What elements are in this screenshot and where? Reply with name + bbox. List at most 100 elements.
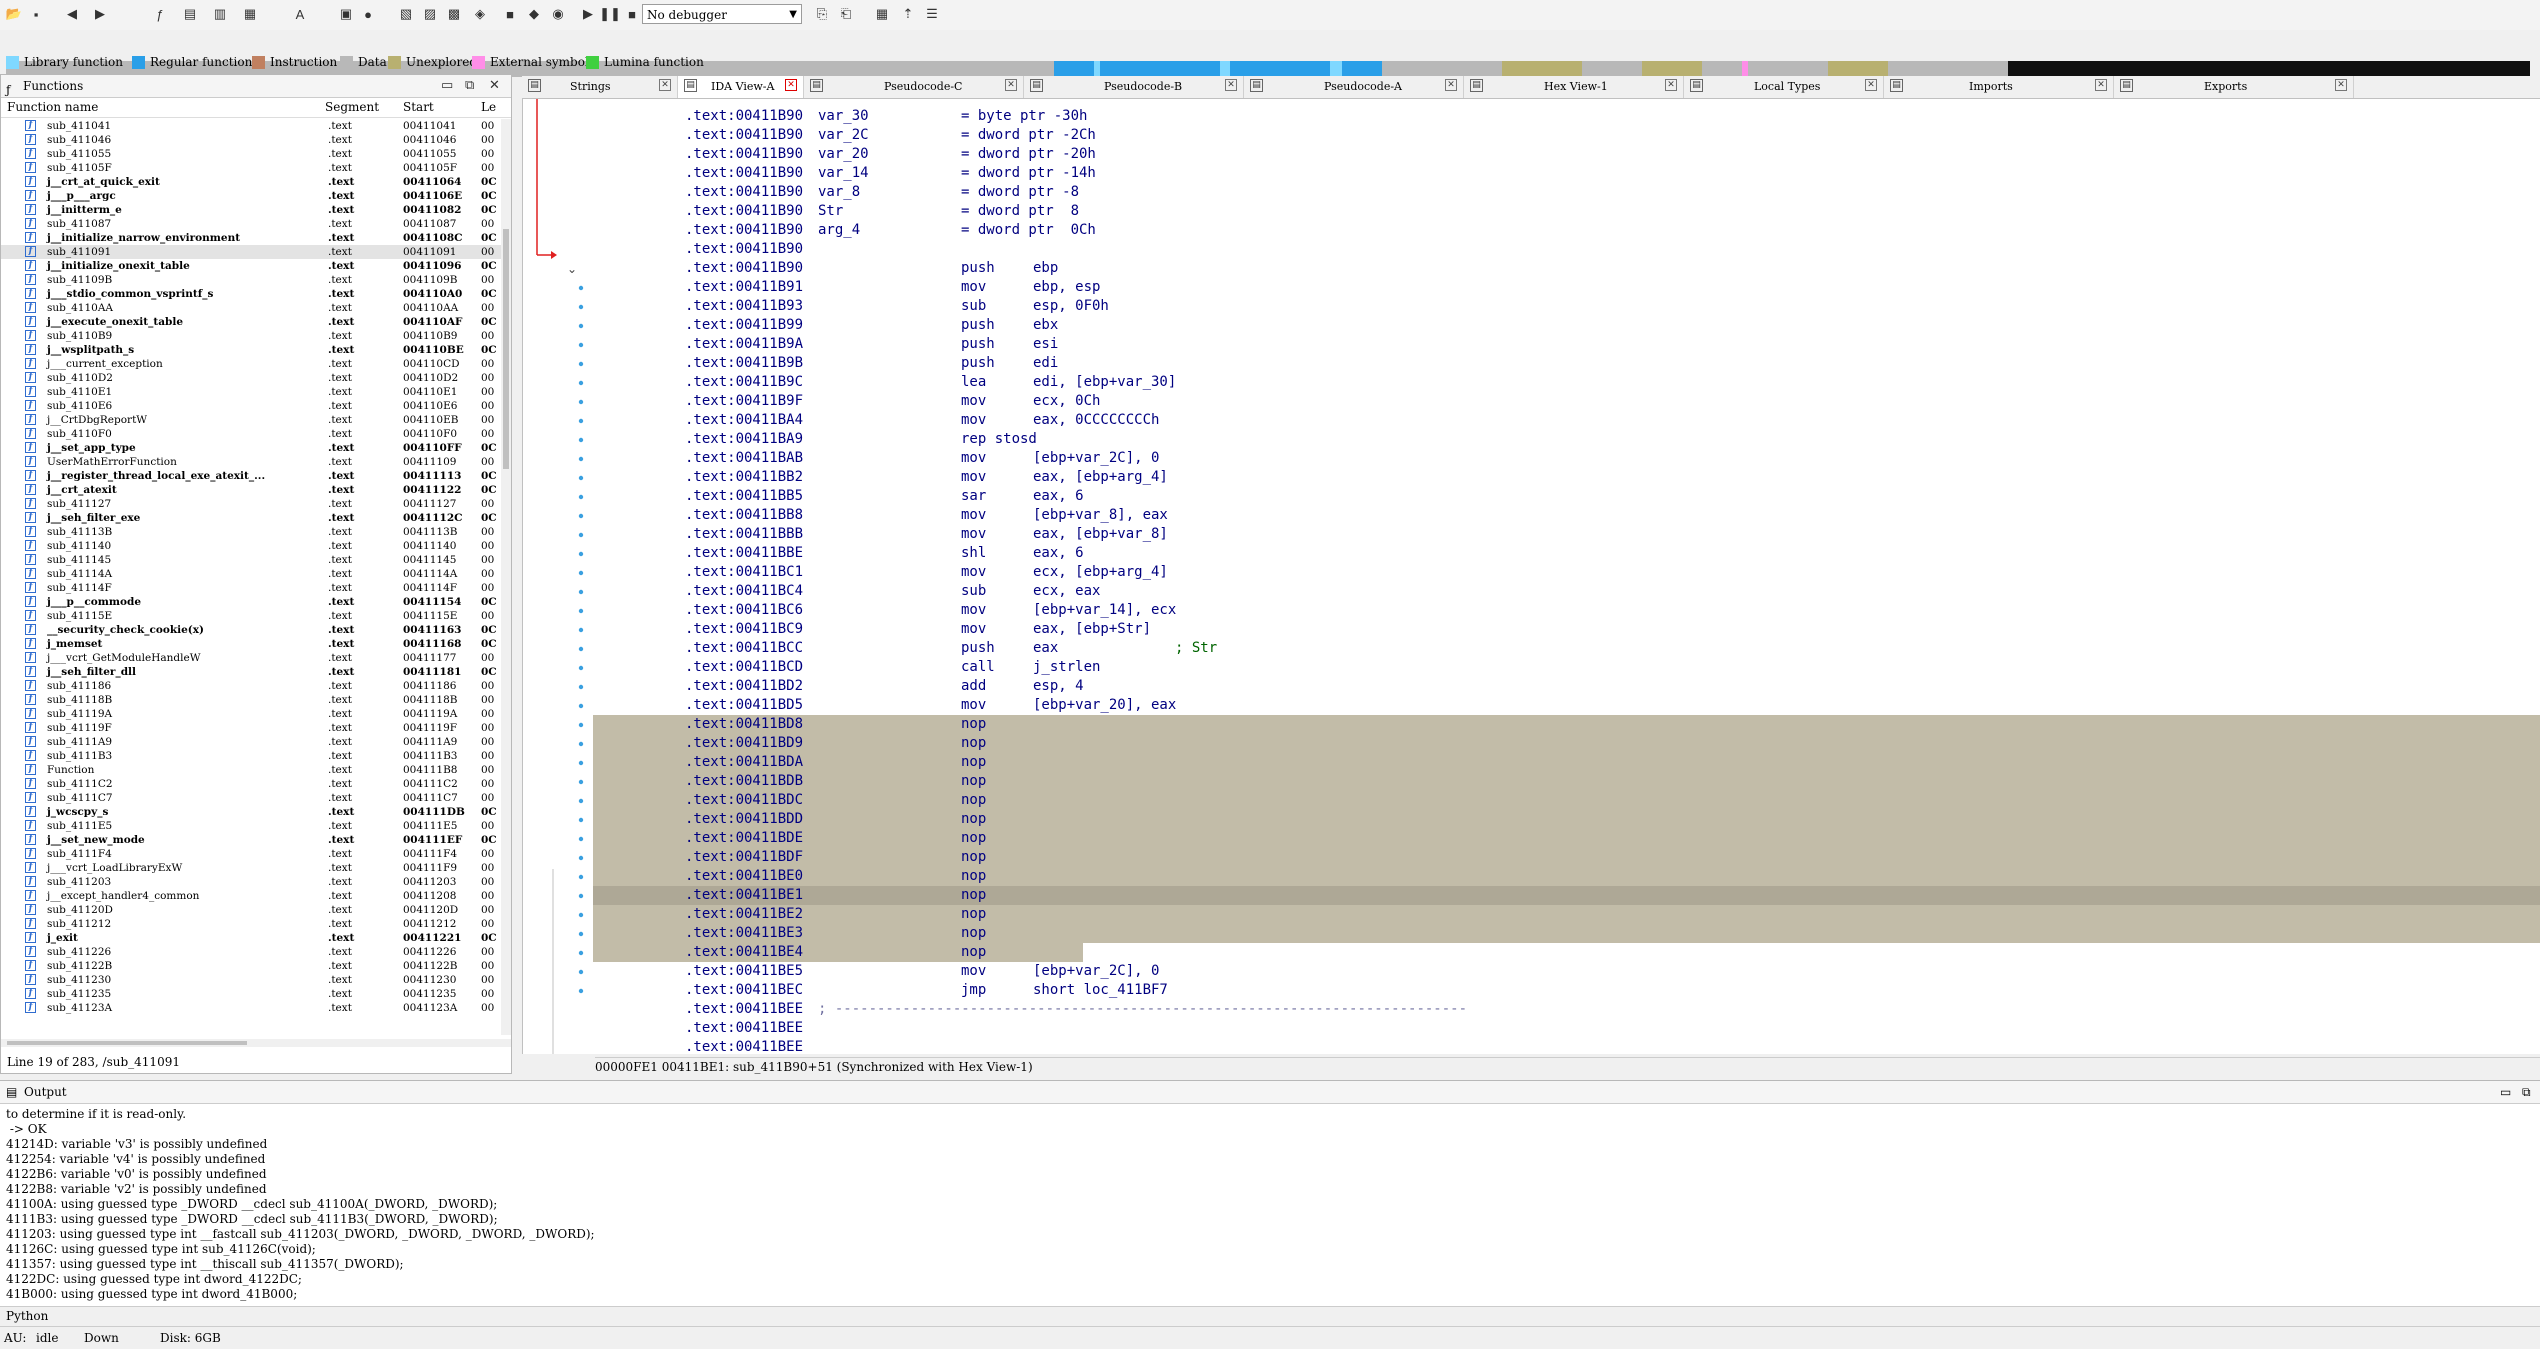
function-row[interactable]: f j__wsplitpath_s .text 004110BE 0C [1, 343, 501, 357]
ida-view-disassembly[interactable]: ⌄ .text:00411B90 var_30 = byte ptr -30h .te… [522, 99, 2540, 1074]
list-icon[interactable]: ☰ [922, 4, 942, 24]
terminate-icon[interactable]: ■ [622, 4, 642, 24]
function-row[interactable]: f j__set_new_mode .text 004111EF 0C [1, 833, 501, 847]
code-line[interactable]: .text:00411B9F mov ecx, 0Ch [593, 392, 2540, 411]
column-function-name[interactable]: Function name [7, 100, 98, 114]
function-row[interactable]: f sub_41113B .text 0041113B 00 [1, 525, 501, 539]
function-row[interactable]: f sub_4110AA .text 004110AA 00 [1, 301, 501, 315]
struct-icon[interactable]: ▤ [180, 4, 200, 24]
function-row[interactable]: f sub_4110F0 .text 004110F0 00 [1, 427, 501, 441]
code-line[interactable]: .text:00411BE2 nop [593, 905, 2540, 924]
code-line[interactable]: .text:00411BB2 mov eax, [ebp+arg_4] [593, 468, 2540, 487]
function-row[interactable]: f j__initialize_onexit_table .text 00411096… [1, 259, 501, 273]
close-tab-icon[interactable]: ✕ [1665, 79, 1677, 91]
function-row[interactable]: f j___p___argc .text 0041106E 0C [1, 189, 501, 203]
code-line[interactable]: .text:00411BEE [593, 1038, 2540, 1057]
tab-hex-view-1[interactable]: ▤ Hex View-1 ✕ [1464, 76, 1684, 98]
function-row[interactable]: f sub_4111F4 .text 004111F4 00 [1, 847, 501, 861]
code-line[interactable]: .text:00411BDA nop [593, 753, 2540, 772]
function-row[interactable]: f j__initialize_narrow_environment .text 00… [1, 231, 501, 245]
function-row[interactable]: f j_exit .text 00411221 0C [1, 931, 501, 945]
function-row[interactable]: f sub_41115E .text 0041115E 00 [1, 609, 501, 623]
function-row[interactable]: f sub_411145 .text 00411145 00 [1, 553, 501, 567]
function-row[interactable]: f sub_411235 .text 00411235 00 [1, 987, 501, 1001]
close-tab-icon[interactable]: ✕ [2095, 79, 2107, 91]
function-row[interactable]: f j__CrtDbgReportW .text 004110EB 00 [1, 413, 501, 427]
function-row[interactable]: f sub_41119F .text 0041119F 00 [1, 721, 501, 735]
code-line[interactable]: .text:00411B9B push edi [593, 354, 2540, 373]
close-tab-icon[interactable]: ✕ [1865, 79, 1877, 91]
layout-icon[interactable]: ▦ [872, 4, 892, 24]
function-row[interactable]: f sub_411203 .text 00411203 00 [1, 875, 501, 889]
code-line[interactable]: .text:00411BE0 nop [593, 867, 2540, 886]
code-line[interactable]: .text:00411B99 push ebx [593, 316, 2540, 335]
function-row[interactable]: f j__crt_at_quick_exit .text 00411064 0C [1, 175, 501, 189]
hex-icon[interactable]: ▣ [336, 4, 356, 24]
scroll-thumb[interactable] [7, 1041, 247, 1045]
code-line[interactable]: .text:00411BC9 mov eax, [ebp+Str] [593, 620, 2540, 639]
function-row[interactable]: f sub_41109B .text 0041109B 00 [1, 273, 501, 287]
code-line[interactable]: .text:00411BD2 add esp, 4 [593, 677, 2540, 696]
close-tab-icon[interactable]: ✕ [1225, 79, 1237, 91]
open-icon[interactable]: 📂 [4, 4, 24, 24]
scroll-thumb[interactable] [503, 229, 509, 469]
code-line[interactable]: .text:00411BA9 rep stosd [593, 430, 2540, 449]
function-row[interactable]: f j__except_handler4_common .text 00411208 0… [1, 889, 501, 903]
function-row[interactable]: f j__execute_onexit_table .text 004110AF 0C [1, 315, 501, 329]
function-row[interactable]: f sub_41120D .text 0041120D 00 [1, 903, 501, 917]
function-row[interactable]: f Function .text 004111B8 00 [1, 763, 501, 777]
tab-strings[interactable]: ▤ Strings ✕ [522, 76, 678, 98]
function-row[interactable]: f j___current_exception .text 004110CD 00 [1, 357, 501, 371]
column-segment[interactable]: Segment [325, 100, 379, 114]
function-row[interactable]: f __security_check_cookie(x) .text 00411163… [1, 623, 501, 637]
breakpoint-icon[interactable]: ◉ [548, 4, 568, 24]
function-row[interactable]: f sub_41123A .text 0041123A 00 [1, 1001, 501, 1015]
function-row[interactable]: f sub_411046 .text 00411046 00 [1, 133, 501, 147]
float-icon[interactable]: ⧉ [465, 75, 474, 97]
code-line[interactable]: .text:00411B90 push ebp [593, 259, 2540, 278]
code-line[interactable]: .text:00411B9C lea edi, [ebp+var_30] [593, 373, 2540, 392]
function-row[interactable]: f sub_411230 .text 00411230 00 [1, 973, 501, 987]
column-start[interactable]: Start [403, 100, 434, 114]
function-row[interactable]: f j__set_app_type .text 004110FF 0C [1, 441, 501, 455]
close-tab-icon[interactable]: ✕ [1445, 79, 1457, 91]
collapse-chevron-icon[interactable]: ⌄ [567, 262, 577, 276]
function-row[interactable]: f j_memset .text 00411168 0C [1, 637, 501, 651]
function-row[interactable]: f j___p__commode .text 00411154 0C [1, 595, 501, 609]
code-line[interactable]: .text:00411BBE shl eax, 6 [593, 544, 2540, 563]
code-line[interactable]: .text:00411BE1 nop [593, 886, 2540, 905]
code-line[interactable]: .text:00411BE4 nop [593, 943, 2540, 962]
navigation-band[interactable] [0, 30, 2540, 77]
code-line[interactable]: .text:00411B90 var_8 = dword ptr -8 [593, 183, 2540, 202]
function-row[interactable]: f sub_411087 .text 00411087 00 [1, 217, 501, 231]
close-tab-icon[interactable]: ✕ [1005, 79, 1017, 91]
arrow-up-icon[interactable]: ⇡ [898, 4, 918, 24]
code-line[interactable]: .text:00411B90 var_30 = byte ptr -30h [593, 107, 2540, 126]
python-button[interactable]: Python [6, 1307, 48, 1325]
code-line[interactable]: .text:00411BDC nop [593, 791, 2540, 810]
function-row[interactable]: f sub_4111E5 .text 004111E5 00 [1, 819, 501, 833]
close-tab-icon[interactable]: ✕ [785, 79, 797, 91]
tab-imports[interactable]: ▤ Imports ✕ [1884, 76, 2114, 98]
code-line[interactable]: .text:00411B93 sub esp, 0F0h [593, 297, 2540, 316]
segments-icon[interactable]: ▧ [396, 4, 416, 24]
run-icon[interactable]: ▶ [578, 4, 598, 24]
code-line[interactable]: .text:00411B90 Str = dword ptr 8 [593, 202, 2540, 221]
debugger-select[interactable]: No debugger ▼ [642, 4, 802, 24]
functions-horizontal-scrollbar[interactable] [1, 1039, 511, 1047]
tab-pseudocode-b[interactable]: ▤ Pseudocode-B ✕ [1024, 76, 1244, 98]
script-icon[interactable]: ● [358, 4, 378, 24]
graph-icon[interactable]: ◈ [470, 4, 490, 24]
code-line[interactable]: .text:00411BCC push eax ; Str [593, 639, 2540, 658]
functions-vertical-scrollbar[interactable] [501, 119, 511, 1035]
names-icon[interactable]: ▨ [420, 4, 440, 24]
patch-icon[interactable]: ◆ [524, 4, 544, 24]
function-row[interactable]: f sub_4110E1 .text 004110E1 00 [1, 385, 501, 399]
code-line[interactable]: .text:00411BEC jmp short loc_411BF7 [593, 981, 2540, 1000]
function-row[interactable]: f j___stdio_common_vsprintf_s .text 004110A… [1, 287, 501, 301]
code-line[interactable]: .text:00411BEE [593, 1019, 2540, 1038]
column-length[interactable]: Le [481, 100, 496, 114]
close-tab-icon[interactable]: ✕ [659, 79, 671, 91]
segment-icon[interactable]: ▦ [240, 4, 260, 24]
code-line[interactable]: .text:00411BC4 sub ecx, eax [593, 582, 2540, 601]
